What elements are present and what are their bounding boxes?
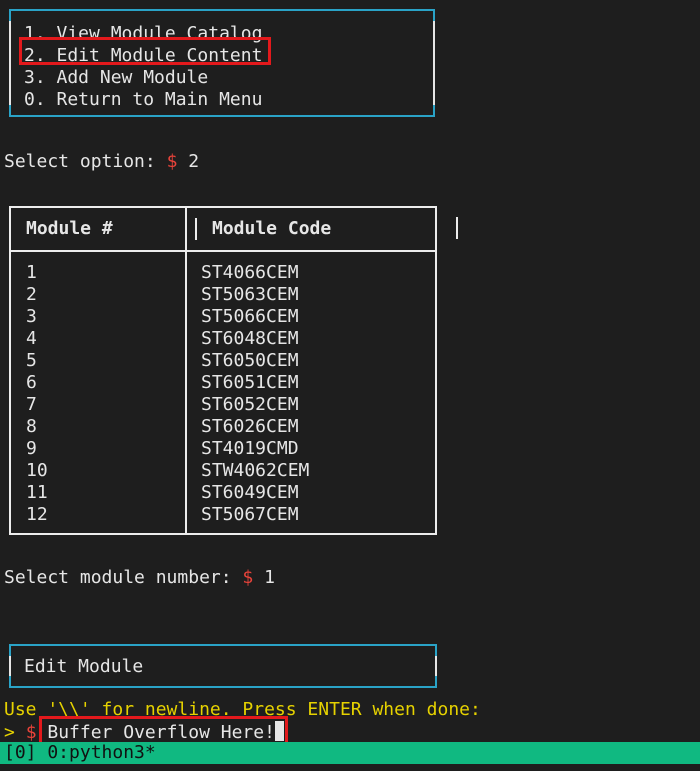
table-cell-module-number: 7 — [26, 394, 37, 415]
table-cell-module-code: ST5066CEM — [201, 306, 299, 327]
tmux-status-bar[interactable]: [0] 0:python3* — [0, 742, 700, 764]
edit-box-corner-tl — [9, 646, 11, 656]
select-option-dollar: $ — [166, 151, 178, 172]
select-option-label: Select option: — [4, 151, 167, 172]
table-cell-module-number: 12 — [26, 504, 48, 525]
table-column-divider — [185, 208, 187, 533]
table-cell-module-number: 5 — [26, 350, 37, 371]
menu-border-left — [9, 21, 11, 105]
select-module-dollar: $ — [242, 567, 254, 588]
input-dollar: $ — [25, 722, 37, 743]
table-cell-module-code: ST6048CEM — [201, 328, 299, 349]
table-header-separator — [195, 218, 197, 240]
edit-module-box: Edit Module — [9, 644, 437, 688]
menu-corner-bottom-left — [9, 105, 11, 115]
table-cell-module-number: 1 — [26, 262, 37, 283]
table-cell-module-number: 10 — [26, 460, 48, 481]
highlight-edit-option — [19, 37, 271, 65]
select-module-value: 1 — [253, 567, 275, 588]
table-cell-module-code: ST5067CEM — [201, 504, 299, 525]
select-module-label: Select module number: — [4, 567, 243, 588]
table-header-module-number: Module # — [26, 218, 113, 239]
menu-item-add-module[interactable]: 3. Add New Module — [24, 67, 208, 89]
table-cell-module-code: ST6050CEM — [201, 350, 299, 371]
table-cell-module-number: 3 — [26, 306, 37, 327]
table-cell-module-number: 6 — [26, 372, 37, 393]
menu-corner-bottom-right — [433, 105, 435, 115]
edit-box-corner-br — [435, 676, 437, 686]
menu-item-return-main[interactable]: 0. Return to Main Menu — [24, 89, 262, 111]
table-cell-module-code: STW4062CEM — [201, 460, 310, 481]
table-header-divider — [11, 250, 435, 252]
select-option-line: Select option: $ 2 — [4, 151, 199, 173]
table-header-trailing-separator — [456, 217, 458, 239]
table-cell-module-code: ST6051CEM — [201, 372, 299, 393]
edit-box-corner-tr — [435, 646, 437, 656]
table-cell-module-code: ST6052CEM — [201, 394, 299, 415]
edit-module-title: Edit Module — [24, 656, 144, 677]
table-cell-module-code: ST6026CEM — [201, 416, 299, 437]
table-cell-module-number: 9 — [26, 438, 37, 459]
table-header-module-code: Module Code — [212, 218, 332, 239]
terminal-window: { "menu": { "items": [ "1. View Module C… — [0, 0, 700, 771]
table-cell-module-code: ST6049CEM — [201, 482, 299, 503]
table-cell-module-number: 8 — [26, 416, 37, 437]
table-cell-module-number: 4 — [26, 328, 37, 349]
table-cell-module-code: ST5063CEM — [201, 284, 299, 305]
table-cell-module-code: ST4019CMD — [201, 438, 299, 459]
module-table: Module # Module Code 1 ST4066CEM 2 ST5063CE… — [9, 206, 437, 535]
edit-box-corner-bl — [9, 676, 11, 686]
table-cell-module-code: ST4066CEM — [201, 262, 299, 283]
table-cell-module-number: 11 — [26, 482, 48, 503]
select-module-line: Select module number: $ 1 — [4, 567, 275, 589]
input-prompt-arrow: > — [4, 722, 26, 743]
select-option-value: 2 — [177, 151, 200, 172]
menu-border-right — [433, 21, 435, 105]
table-cell-module-number: 2 — [26, 284, 37, 305]
